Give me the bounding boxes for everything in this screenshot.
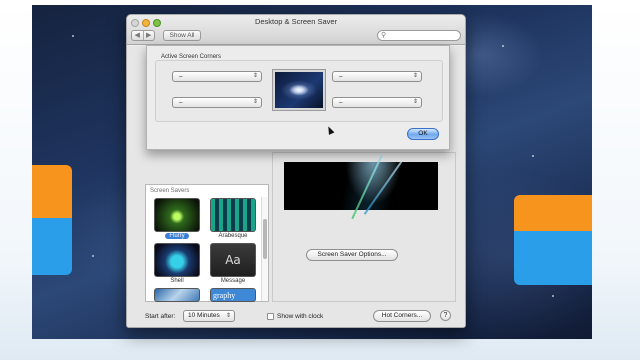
photo-thumbnail[interactable] xyxy=(154,288,200,302)
screen-saver-preview xyxy=(284,162,438,210)
decorative-tile-right xyxy=(514,195,592,285)
updown-arrow-icon: ⇕ xyxy=(252,73,258,79)
galaxy-preview-thumbnail xyxy=(273,70,325,110)
screen-saver-label: Shell xyxy=(170,278,184,284)
start-after-label: Start after: xyxy=(145,313,176,320)
arabesque-thumbnail[interactable] xyxy=(210,198,256,232)
forward-arrow-icon[interactable]: ▶ xyxy=(142,31,155,40)
updown-arrow-icon: ⇕ xyxy=(412,99,418,105)
decorative-tile-left xyxy=(32,165,72,275)
shell-thumbnail[interactable] xyxy=(154,243,200,277)
updown-arrow-icon: ⇕ xyxy=(412,73,418,79)
word-of-the-day-thumbnail[interactable]: graphy lexico xyxy=(210,288,256,302)
preview-pane: Screen Saver Options... xyxy=(272,152,456,302)
window-title: Desktop & Screen Saver xyxy=(254,17,338,26)
screen-savers-list[interactable]: Screen Savers Flurry Arabesque Shell Aa … xyxy=(145,184,269,302)
show-clock-checkbox[interactable] xyxy=(267,313,274,320)
star xyxy=(72,35,74,37)
help-button[interactable]: ? xyxy=(440,310,451,321)
ok-button[interactable]: OK xyxy=(407,128,439,140)
bottom-right-corner-select[interactable]: – ⇕ xyxy=(332,97,422,108)
screen-saver-label: Message xyxy=(220,278,246,284)
screen-saver-label: Arabesque xyxy=(218,233,248,239)
hot-corners-sheet: Active Screen Corners – ⇕ – ⇕ – ⇕ – ⇕ OK xyxy=(146,45,450,150)
title-bar[interactable]: Desktop & Screen Saver ◀ ▶ Show All ⚲ xyxy=(127,15,465,45)
star xyxy=(532,155,534,157)
start-after-select[interactable]: 10 Minutes ⇕ xyxy=(183,310,235,322)
show-all-button[interactable]: Show All xyxy=(163,30,201,41)
screen-savers-header: Screen Savers xyxy=(150,188,190,194)
bottom-left-corner-select[interactable]: – ⇕ xyxy=(172,97,262,108)
star xyxy=(552,295,554,297)
flurry-thumbnail[interactable] xyxy=(154,198,200,232)
updown-arrow-icon: ⇕ xyxy=(252,99,258,105)
message-thumbnail[interactable]: Aa xyxy=(210,243,256,277)
search-icon: ⚲ xyxy=(381,32,387,39)
bottom-controls: Start after: 10 Minutes ⇕ Show with cloc… xyxy=(127,308,465,327)
screen-saver-options-button[interactable]: Screen Saver Options... xyxy=(306,249,398,261)
updown-arrow-icon: ⇕ xyxy=(225,313,231,319)
corner-value: – xyxy=(339,73,343,80)
show-clock-label: Show with clock xyxy=(277,313,324,320)
list-scrollbar[interactable] xyxy=(261,197,268,301)
hot-corners-button[interactable]: Hot Corners... xyxy=(373,310,431,322)
search-field[interactable]: ⚲ xyxy=(377,30,461,41)
corner-value: – xyxy=(179,73,183,80)
top-left-corner-select[interactable]: – ⇕ xyxy=(172,71,262,82)
top-right-corner-select[interactable]: – ⇕ xyxy=(332,71,422,82)
screen-saver-label: Flurry xyxy=(150,233,204,239)
back-arrow-icon[interactable]: ◀ xyxy=(132,31,143,40)
corner-value: – xyxy=(339,99,343,106)
start-after-value: 10 Minutes xyxy=(188,312,220,319)
star xyxy=(92,255,94,257)
corner-value: – xyxy=(179,99,183,106)
back-forward-buttons: ◀ ▶ xyxy=(131,30,155,41)
star xyxy=(502,45,504,47)
scroll-thumb[interactable] xyxy=(263,219,267,259)
